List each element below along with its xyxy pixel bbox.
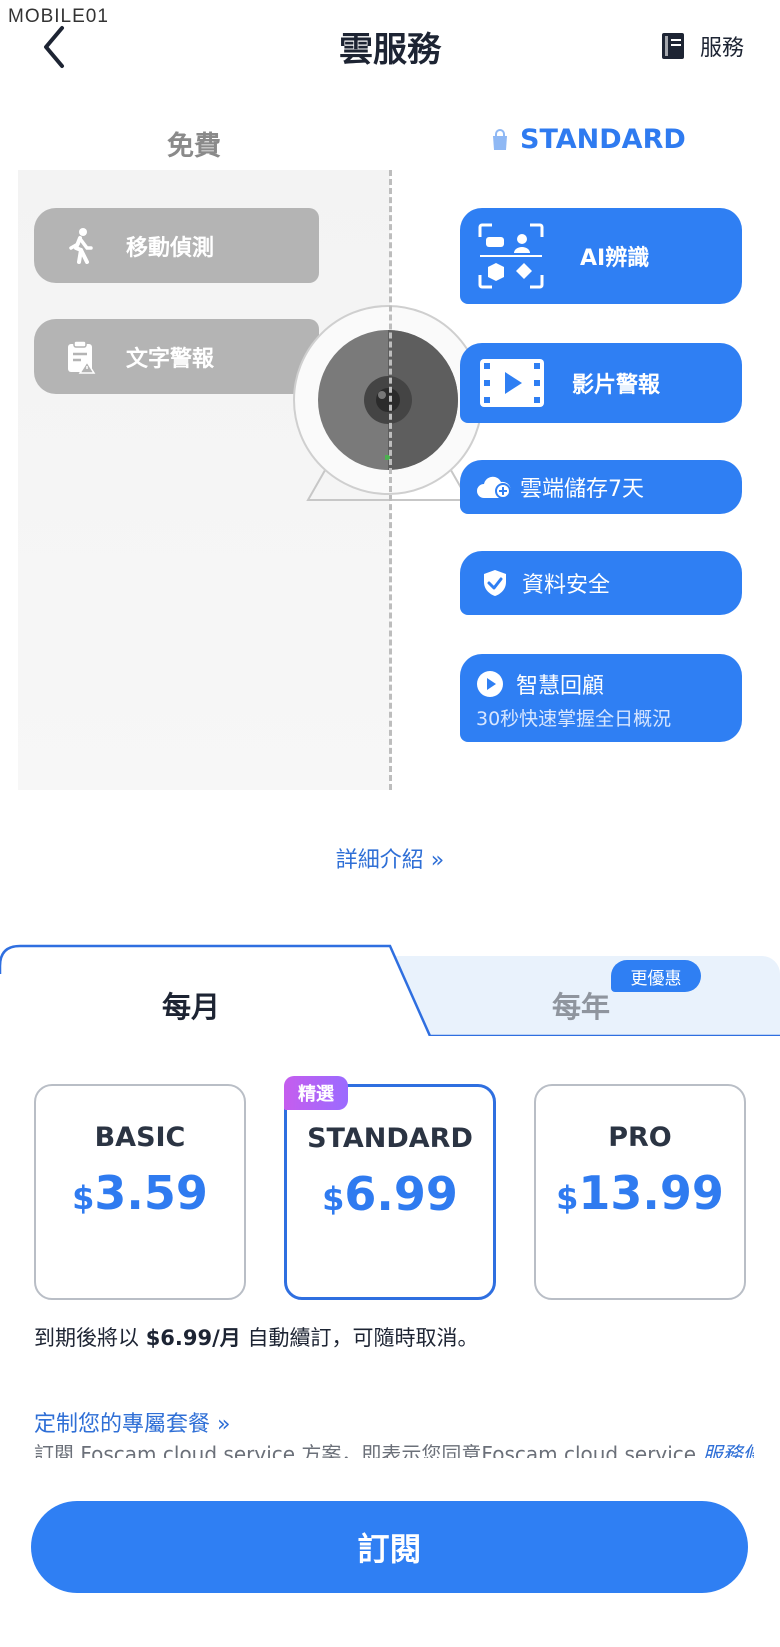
play-circle-icon: [476, 670, 504, 698]
featured-badge: 精選: [284, 1076, 348, 1110]
yearly-discount-badge: 更優惠: [611, 960, 701, 992]
free-feature-label: 文字警報: [126, 346, 215, 372]
terms-notice: 訂閱 Foscam cloud service 方案，即表示您同意Foscam …: [34, 1442, 754, 1458]
renew-amount: $6.99/月: [145, 1326, 241, 1350]
feature-label: 智慧回顧: [516, 674, 605, 699]
plan-price: $6.99: [322, 1167, 458, 1221]
detail-link[interactable]: 詳細介紹 »: [0, 842, 780, 874]
feature-label: AI辨識: [580, 246, 650, 271]
feature-label: 雲端儲存7天: [520, 477, 644, 502]
standard-feature-ai-recognition: AI辨識: [460, 208, 742, 304]
standard-feature-data-security: 資料安全: [460, 551, 742, 615]
book-icon: [662, 33, 684, 59]
standard-feature-smart-review: 智慧回顧 30秒快速掌握全日概況: [460, 654, 742, 742]
bag-icon: [493, 128, 507, 150]
custom-plan-link[interactable]: 定制您的專屬套餐 »: [34, 1406, 230, 1438]
standard-header-label: STANDARD: [520, 124, 686, 155]
terms-link[interactable]: 服務條: [702, 1442, 754, 1458]
free-feature-text-alert: 文字警報: [34, 319, 319, 394]
tab-yearly[interactable]: 每年: [552, 984, 610, 1026]
tab-monthly[interactable]: 每月: [162, 984, 220, 1026]
free-feature-motion-detection: 移動偵測: [34, 208, 319, 283]
free-plan-header: 免費: [167, 131, 221, 162]
free-feature-label: 移動偵測: [126, 235, 215, 261]
subscribe-button[interactable]: 訂閱: [31, 1501, 748, 1593]
service-button[interactable]: 服務: [660, 30, 744, 62]
cloud-add-icon: [476, 474, 512, 500]
plan-name: PRO: [608, 1122, 672, 1153]
video-film-icon: [478, 357, 546, 409]
standard-feature-cloud-storage: 雲端儲存7天: [460, 460, 742, 514]
auto-renew-notice: 到期後將以 $6.99/月 自動續訂，可隨時取消。: [34, 1326, 479, 1350]
plan-name: STANDARD: [307, 1123, 473, 1154]
feature-label: 資料安全: [522, 573, 611, 598]
plan-card-pro[interactable]: PRO $13.99: [534, 1084, 746, 1300]
ai-recognition-icon: [476, 221, 546, 291]
plan-name: BASIC: [94, 1122, 186, 1153]
walking-person-icon: [60, 227, 102, 264]
shield-check-icon: [482, 568, 508, 598]
plan-price: $13.99: [556, 1166, 724, 1220]
clipboard-alert-icon: [60, 339, 102, 374]
service-label: 服務: [700, 36, 745, 61]
standard-feature-video-alert: 影片警報: [460, 343, 742, 423]
comparison-divider: [389, 170, 392, 790]
feature-sublabel: 30秒快速掌握全日概況: [476, 708, 672, 730]
feature-label: 影片警報: [572, 373, 661, 398]
plan-price: $3.59: [72, 1166, 208, 1220]
plan-card-basic[interactable]: BASIC $3.59: [34, 1084, 246, 1300]
camera-illustration: [293, 305, 483, 501]
standard-plan-header: STANDARD: [490, 124, 686, 155]
plan-card-standard[interactable]: STANDARD $6.99: [284, 1084, 496, 1300]
